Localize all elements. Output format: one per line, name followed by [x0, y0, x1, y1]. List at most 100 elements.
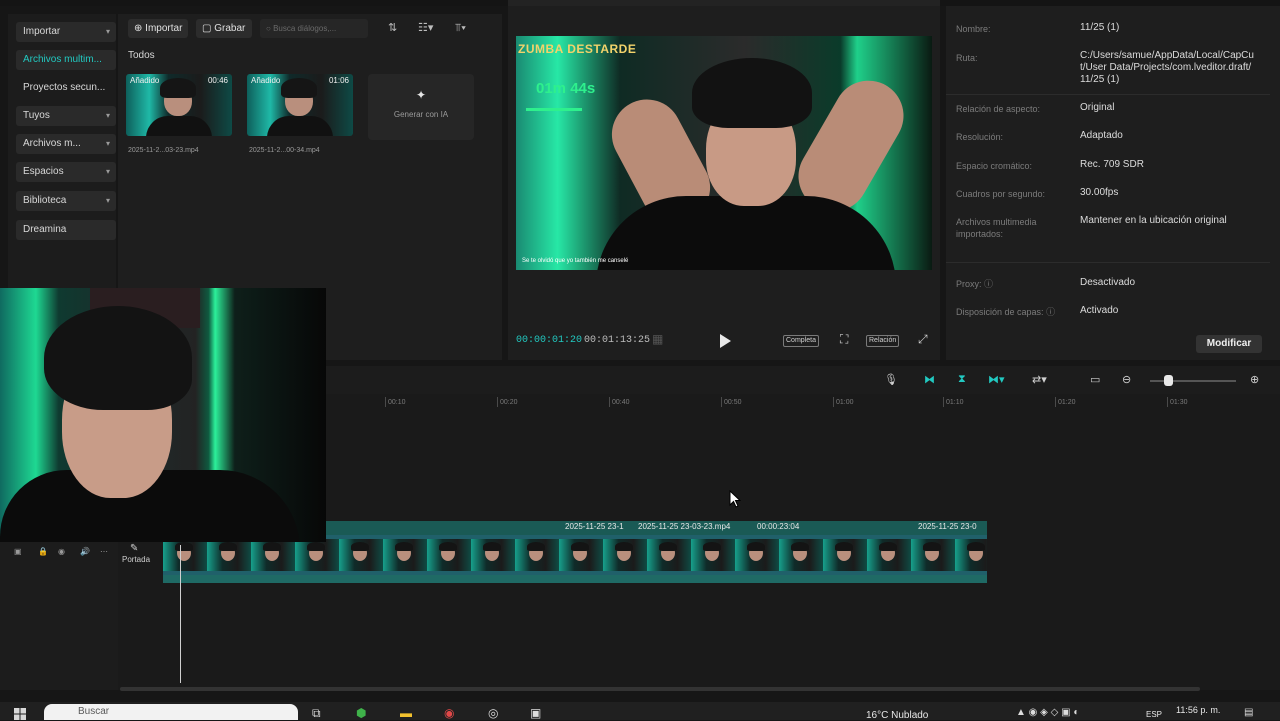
- section-all-label: Todos: [128, 50, 155, 61]
- sidebar-item-label: Tuyos: [23, 110, 50, 121]
- speaker-icon[interactable]: 🔊: [80, 547, 90, 556]
- detail-label-fps: Cuadros por segundo:: [956, 189, 1046, 199]
- ruler-label: 01:30: [1170, 399, 1188, 406]
- lock-icon[interactable]: 🔒: [38, 547, 48, 556]
- thumb-hair: [281, 78, 317, 98]
- zoom-slider[interactable]: [1150, 380, 1236, 382]
- detail-label-resolution: Resolución:: [956, 132, 1004, 142]
- sidebar-item-media-files[interactable]: Archivos multim...: [16, 50, 116, 70]
- tray-icon[interactable]: ▲ ◉ ◈ ◇ ▣ ◐: [1016, 706, 1079, 720]
- fullscreen-icon[interactable]: ⤢: [918, 332, 928, 347]
- record-button[interactable]: ▢ Grabar: [196, 19, 252, 38]
- zoom-in-icon[interactable]: ⊕: [1250, 373, 1259, 386]
- thumb-person: [146, 116, 212, 136]
- timeline-grid-icon[interactable]: ▦: [652, 332, 663, 346]
- video-shirt: [596, 196, 896, 270]
- cover-button[interactable]: Portada: [122, 555, 150, 564]
- taskbar-search-input[interactable]: Buscar: [44, 704, 298, 720]
- frame-hair: [175, 542, 193, 551]
- app-icon-circle[interactable]: ◎: [488, 706, 498, 720]
- sidebar-item-library[interactable]: Biblioteca ▾: [16, 191, 116, 211]
- detail-value-name: 11/25 (1): [1080, 22, 1120, 33]
- current-timecode: 00:00:01:20: [516, 335, 583, 346]
- more-icon[interactable]: ⋯: [100, 547, 108, 556]
- frame-hair: [263, 542, 281, 551]
- link-clips-icon[interactable]: ⧓: [924, 373, 935, 386]
- windows-start-icon[interactable]: [14, 708, 26, 720]
- filmstrip-frame: [515, 539, 559, 571]
- timeline-scrollbar[interactable]: [120, 687, 1200, 691]
- video-preview[interactable]: ZUMBA DESTARDE 01m 44s Se te olvidó que …: [516, 36, 932, 270]
- layers-label: Disposición de capas:: [956, 307, 1044, 317]
- frame-hair: [307, 542, 325, 551]
- added-badge: Añadido: [130, 76, 160, 85]
- filmstrip-frame: [955, 539, 987, 571]
- language-indicator[interactable]: ESP: [1146, 710, 1162, 719]
- modify-button[interactable]: Modificar: [1196, 335, 1262, 353]
- thumb-hair: [160, 78, 196, 98]
- sidebar-item-label: Archivos multim...: [23, 54, 102, 65]
- media-search-input[interactable]: ○ Busca diálogos,...: [260, 19, 368, 38]
- sidebar-item-import[interactable]: Importar ▾: [16, 22, 116, 42]
- ruler-tick: [497, 397, 498, 407]
- file-explorer-icon[interactable]: ▬: [400, 706, 412, 720]
- detail-value-imported-media: Mantener en la ubicación original: [1080, 215, 1227, 226]
- weather-status[interactable]: 16°C Nublado: [866, 710, 928, 721]
- sort-icon[interactable]: ⇅: [388, 19, 397, 38]
- filmstrip-frame: [427, 539, 471, 571]
- filter-icon[interactable]: ⫪▾: [455, 19, 466, 38]
- clip-label: 2025-11-25 23-03-23.mp4: [638, 522, 731, 531]
- ruler-label: 00:20: [500, 399, 518, 406]
- filmstrip-frame: [295, 539, 339, 571]
- sidebar-item-yours[interactable]: Tuyos ▾: [16, 106, 116, 126]
- frame-hair: [879, 542, 897, 551]
- capcut-icon[interactable]: ▣: [530, 706, 541, 720]
- ruler-label: 01:20: [1058, 399, 1076, 406]
- edit-cover-icon[interactable]: ✎: [130, 543, 138, 554]
- sidebar-item-media-2[interactable]: Archivos m... ▾: [16, 134, 116, 154]
- microphone-icon[interactable]: 🎙: [884, 373, 898, 386]
- record-icon: ▢: [202, 23, 215, 34]
- clip-filename: 2025-11-2...00-34.mp4: [249, 147, 320, 154]
- sidebar-item-spaces[interactable]: Espacios ▾: [16, 162, 116, 182]
- caption-icon[interactable]: ▭: [1090, 373, 1100, 386]
- preview-axis-icon[interactable]: ⇄▾: [1032, 373, 1047, 386]
- full-quality-button[interactable]: Completa: [783, 335, 819, 347]
- frame-hair: [659, 542, 677, 551]
- zoom-slider-handle[interactable]: [1164, 375, 1174, 386]
- aspect-ratio-button[interactable]: Relación: [866, 335, 900, 347]
- thumb-person: [267, 116, 333, 136]
- clock[interactable]: 11:56 p. m.: [1176, 705, 1220, 715]
- clip-label: 2025-11-25 23-1: [565, 522, 624, 531]
- eye-icon[interactable]: ◉: [58, 547, 65, 556]
- playhead[interactable]: [180, 545, 181, 683]
- app-icon-green[interactable]: ⬢: [356, 706, 366, 720]
- sidebar-item-label: Dreamina: [23, 224, 67, 235]
- media-sidebar: Importar ▾ Archivos multim... Proyectos s…: [8, 14, 116, 290]
- import-button[interactable]: ⊕ Importar: [128, 19, 188, 38]
- zoom-out-icon[interactable]: ⊖: [1122, 373, 1131, 386]
- sidebar-item-dreamina[interactable]: Dreamina: [16, 220, 116, 240]
- frame-hair: [571, 542, 589, 551]
- task-view-icon[interactable]: ⧉: [312, 706, 321, 720]
- play-button[interactable]: [718, 333, 732, 349]
- snap-icon[interactable]: ⧓▾: [988, 373, 1005, 386]
- screenshot-icon[interactable]: ⛶: [840, 332, 848, 347]
- ruler-tick: [943, 397, 944, 407]
- notifications-icon[interactable]: ▤: [1244, 706, 1253, 720]
- generate-ai-button[interactable]: ✦ Generar con IA: [368, 74, 474, 140]
- frame-hair: [615, 542, 633, 551]
- frame-hair: [395, 542, 413, 551]
- sidebar-item-secondary-projects[interactable]: Proyectos secun...: [16, 78, 116, 98]
- media-clip-thumbnail[interactable]: Añadido 00:46: [126, 74, 232, 136]
- detail-label-path: Ruta:: [956, 53, 978, 63]
- detail-label-colorspace: Espacio cromático:: [956, 161, 1033, 171]
- ruler-label: 00:10: [388, 399, 406, 406]
- info-icon: ⓘ: [1046, 307, 1056, 317]
- app-icon-red[interactable]: ◉: [444, 706, 454, 720]
- filmstrip-frame: [779, 539, 823, 571]
- magnet-icon[interactable]: ⧗: [958, 373, 966, 386]
- media-clip-thumbnail[interactable]: Añadido 01:06: [247, 74, 353, 136]
- track-visibility-icon[interactable]: ▣: [14, 547, 22, 556]
- view-list-icon[interactable]: ☷▾: [418, 19, 433, 38]
